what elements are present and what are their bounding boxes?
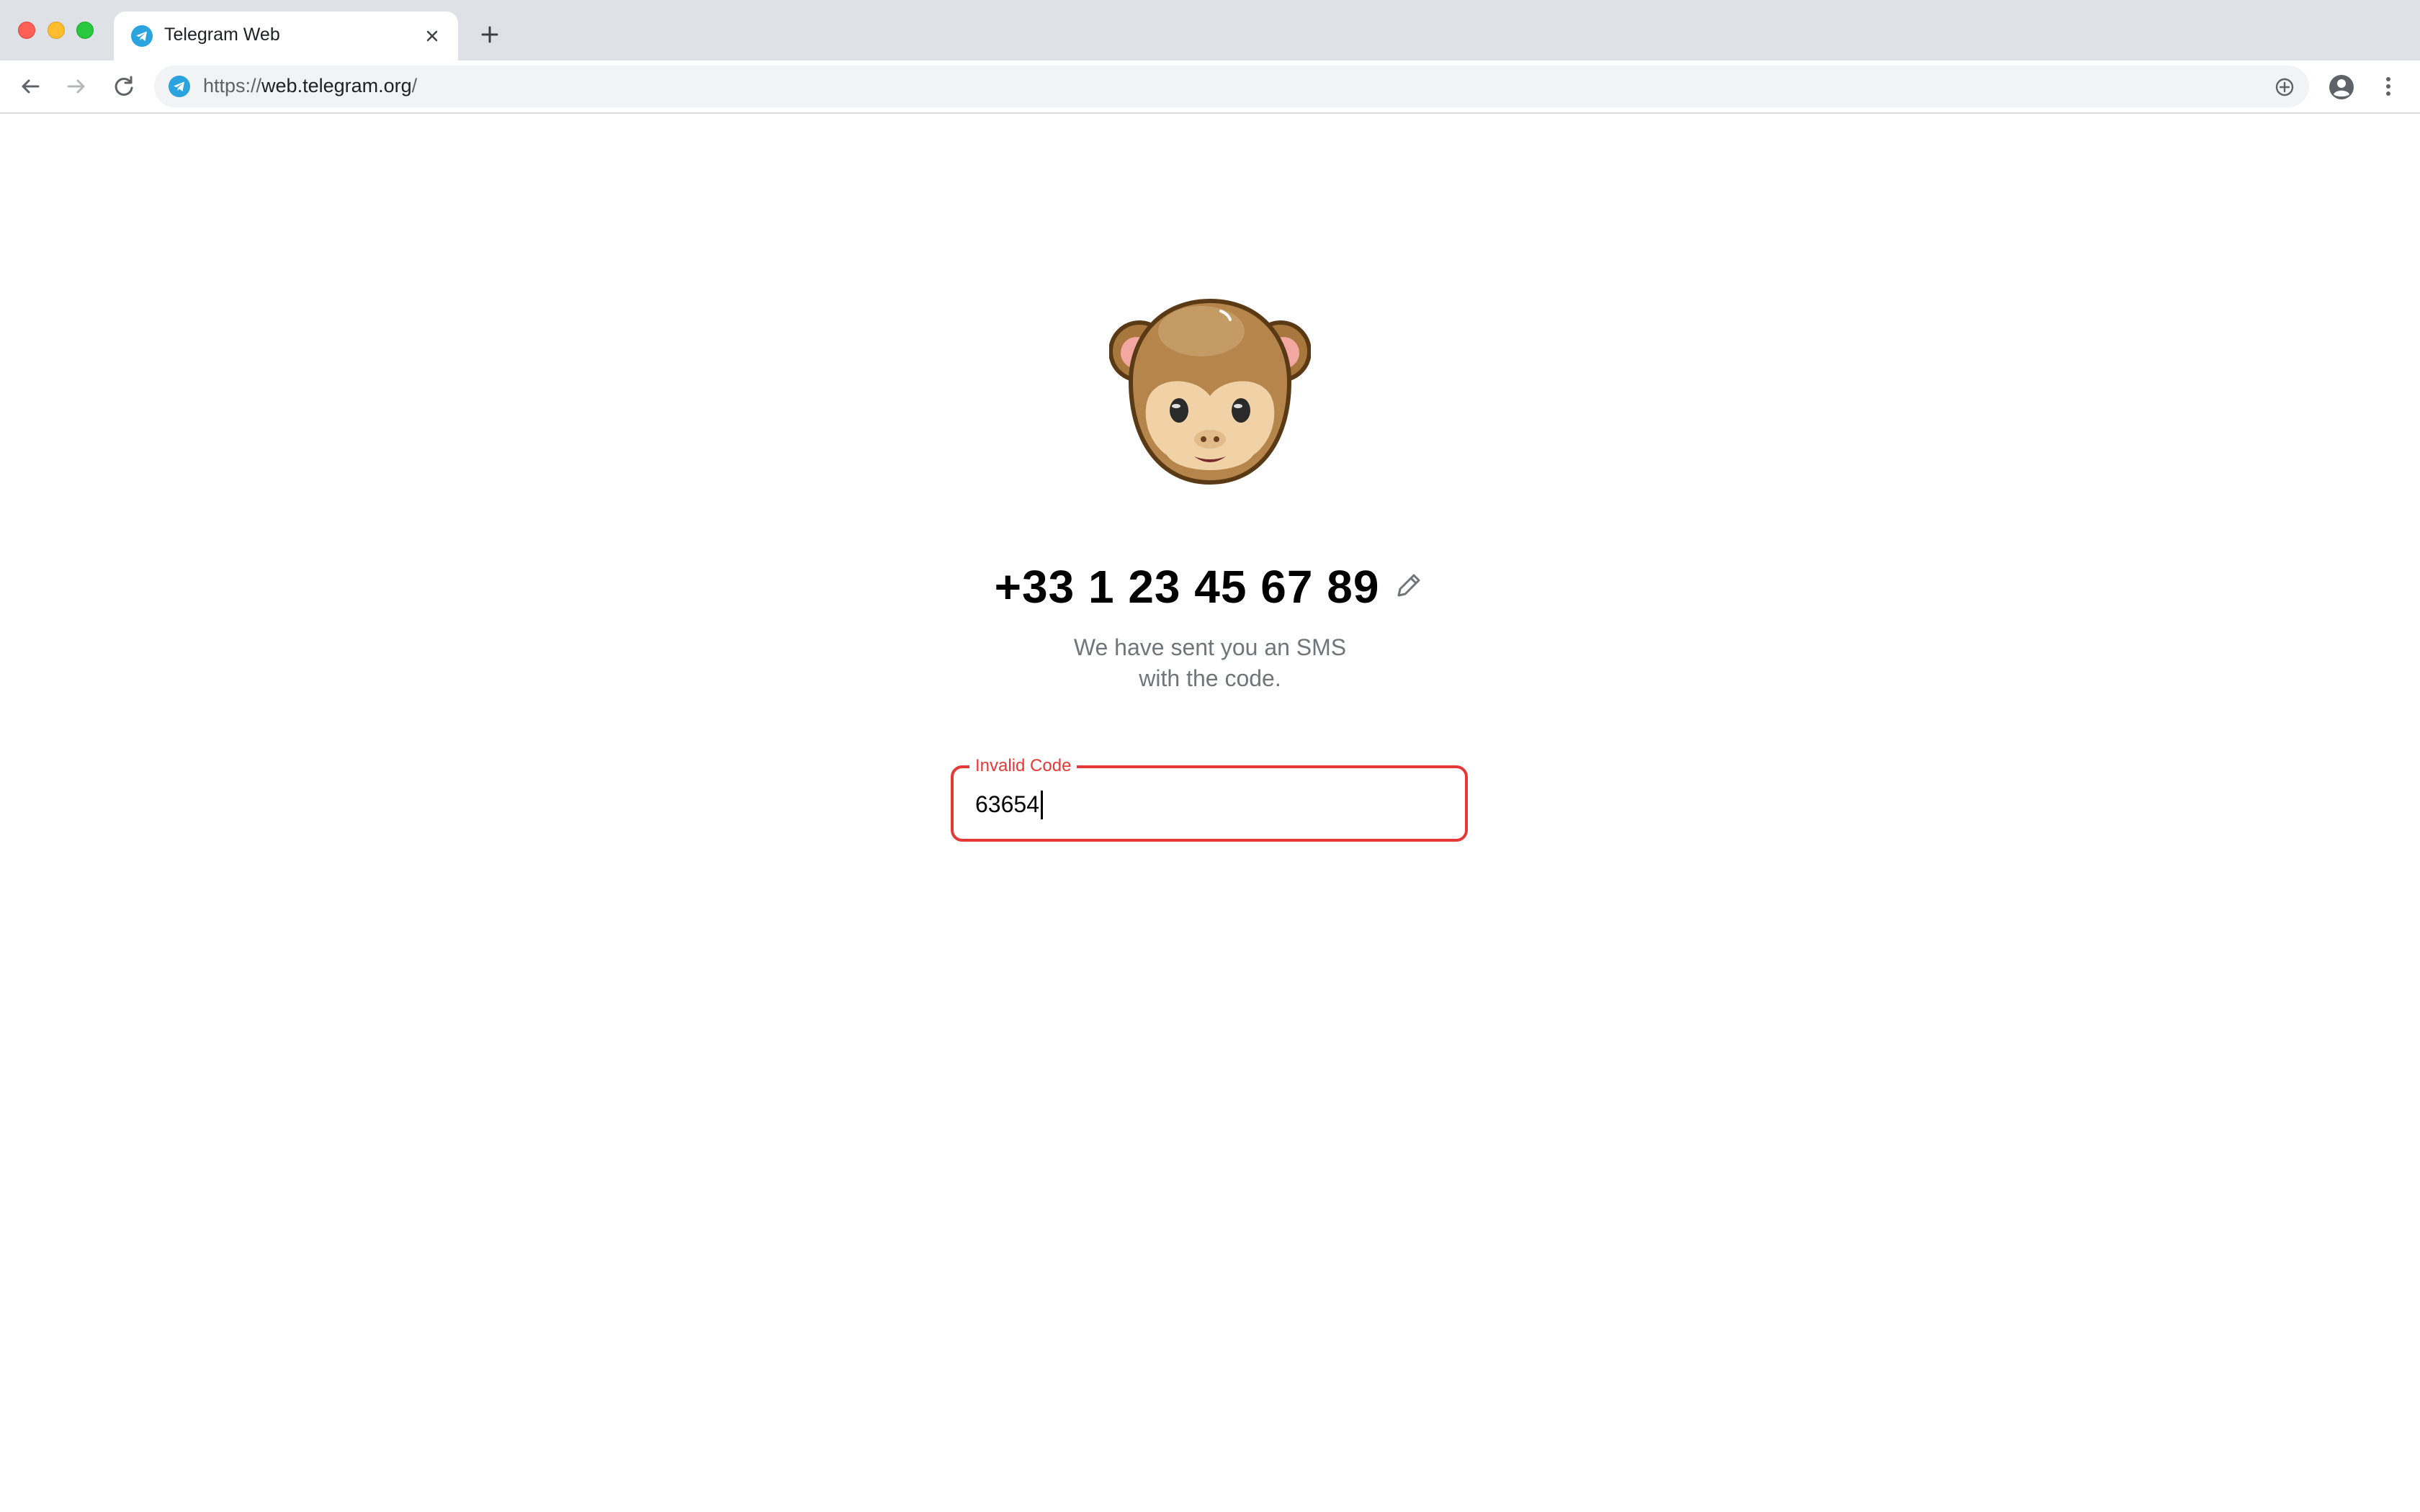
sms-message-line-2: with the code. xyxy=(1139,665,1281,691)
telegram-icon xyxy=(131,25,153,47)
account-icon[interactable] xyxy=(2328,73,2355,101)
tab-title: Telegram Web xyxy=(164,24,280,45)
arrow-right-icon[interactable] xyxy=(62,72,91,101)
browser-tab-bar: Telegram Web xyxy=(0,0,2420,60)
pencil-icon[interactable] xyxy=(1392,569,1425,602)
browser-toolbar: https://web.telegram.org/ xyxy=(0,60,2420,114)
url-host: web.telegram.org xyxy=(261,75,412,96)
arrow-left-icon[interactable] xyxy=(16,72,45,101)
phone-number: +33 1 23 45 67 89 xyxy=(994,561,1380,613)
sms-message-line-1: We have sent you an SMS xyxy=(1073,634,1347,660)
window-close-button[interactable] xyxy=(18,22,35,39)
browser-tab[interactable]: Telegram Web xyxy=(114,12,458,60)
code-input-value: 63654 xyxy=(975,791,1039,817)
url-path: / xyxy=(411,75,418,96)
code-input-field[interactable]: Invalid Code 63654 xyxy=(951,755,1468,842)
address-bar[interactable]: https://web.telegram.org/ xyxy=(154,66,2309,107)
monkey-icon xyxy=(1109,298,1311,485)
url-text: https://web.telegram.org/ xyxy=(203,75,417,97)
reload-icon[interactable] xyxy=(109,72,138,101)
install-app-icon[interactable] xyxy=(2273,76,2296,99)
window-zoom-button[interactable] xyxy=(76,22,94,39)
code-field-error-label: Invalid Code xyxy=(969,755,1077,777)
url-scheme: https:// xyxy=(203,75,262,96)
code-input[interactable]: 63654 xyxy=(975,790,1043,821)
more-vertical-icon[interactable] xyxy=(2377,72,2400,101)
plus-icon[interactable] xyxy=(478,23,501,46)
sms-sent-message: We have sent you an SMS with the code. xyxy=(0,632,2420,694)
phone-row: +33 1 23 45 67 89 xyxy=(0,560,2420,618)
telegram-icon xyxy=(169,76,190,97)
close-icon[interactable] xyxy=(424,27,441,45)
text-caret xyxy=(1040,790,1043,819)
window-minimize-button[interactable] xyxy=(48,22,65,39)
